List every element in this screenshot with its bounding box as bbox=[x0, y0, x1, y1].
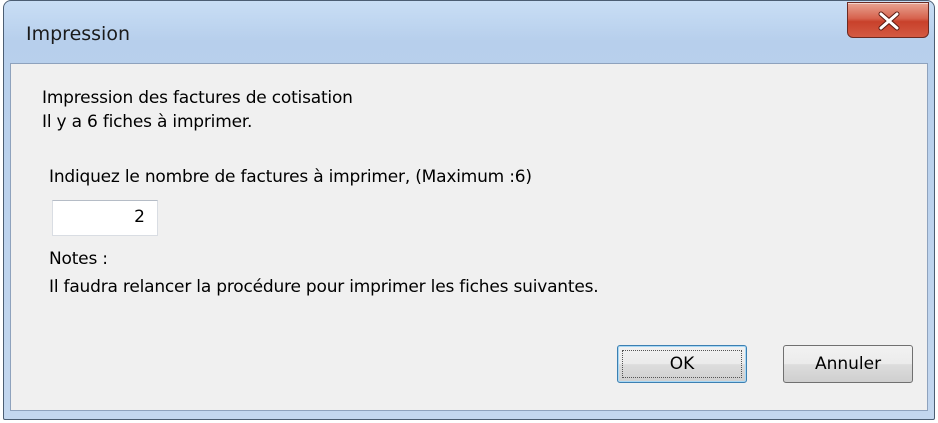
record-count-text: Il y a 6 fiches à imprimer. bbox=[42, 112, 253, 132]
quantity-input[interactable]: 2 bbox=[52, 200, 158, 236]
close-icon bbox=[878, 11, 900, 31]
close-button[interactable] bbox=[847, 2, 929, 38]
notes-text: Il faudra relancer la procédure pour imp… bbox=[49, 277, 599, 297]
quantity-prompt: Indiquez le nombre de factures à imprime… bbox=[49, 167, 532, 187]
dialog-content: Impression des factures de cotisation Il… bbox=[10, 63, 928, 411]
window-title: Impression bbox=[26, 23, 130, 45]
ok-button[interactable]: OK bbox=[617, 345, 747, 383]
cancel-button[interactable]: Annuler bbox=[783, 345, 913, 383]
notes-label: Notes : bbox=[49, 249, 108, 269]
dialog-window: Impression Impression des factures de co… bbox=[3, 0, 935, 420]
dialog-heading: Impression des factures de cotisation bbox=[42, 88, 353, 108]
focus-indicator bbox=[622, 350, 742, 378]
title-bar[interactable]: Impression bbox=[4, 1, 934, 63]
cancel-button-label: Annuler bbox=[814, 354, 882, 374]
